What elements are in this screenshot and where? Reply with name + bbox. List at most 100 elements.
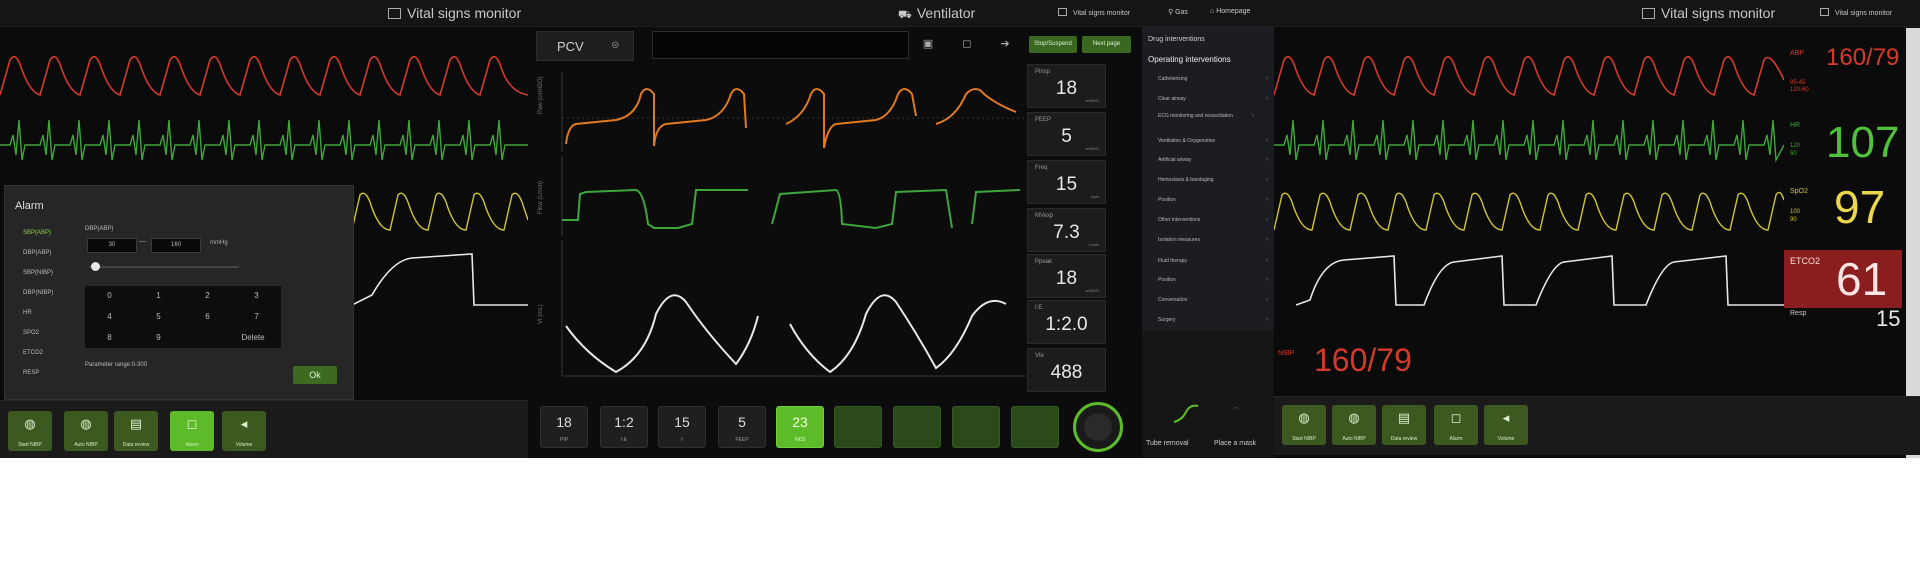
volume-button[interactable]: ◂ Volume xyxy=(1484,405,1528,445)
auto-nibp-button[interactable]: ◍ Auto NIBP xyxy=(64,411,108,451)
alarm-high-limit-input[interactable]: 160 xyxy=(151,238,201,253)
param-tile-ie[interactable]: I:E 1:2.0 xyxy=(1027,300,1106,344)
volume-button[interactable]: ◂ Volume xyxy=(222,411,266,451)
monitor-icon xyxy=(1058,8,1067,16)
alarm-slider-track[interactable] xyxy=(89,266,239,268)
pleth-trace xyxy=(352,192,528,231)
start-nibp-button[interactable]: ◍ Start NIBP xyxy=(8,411,52,451)
keypad-key[interactable]: 9 xyxy=(134,328,183,348)
left-vital-signs-monitor: Vital signs monitor Alarm SBP(ABP) DBP(A… xyxy=(0,0,528,458)
keypad-key[interactable]: 1 xyxy=(134,286,183,306)
keypad-key[interactable]: 5 xyxy=(134,307,183,327)
alarm-field-label: DBP(ABP) xyxy=(85,226,114,232)
setting-pip-button[interactable]: 18 PIP xyxy=(540,406,588,448)
alarm-title: Alarm xyxy=(15,200,44,212)
mode-toggle-icon: ⊜ xyxy=(611,40,620,51)
auto-nibp-button[interactable]: ◍ Auto NIBP xyxy=(1332,405,1376,445)
setting-freq-button[interactable]: 15 f xyxy=(658,406,706,448)
drug-interventions-header[interactable]: Drug interventions xyxy=(1148,36,1205,43)
param-tile-ppeak[interactable]: Ppeak 18 cmH2O xyxy=(1027,254,1106,298)
intervention-item[interactable]: Fluid therapy xyxy=(1158,257,1268,264)
spo2-label: SpO2 xyxy=(1790,188,1808,195)
intervention-item[interactable]: Position xyxy=(1158,196,1268,203)
ecg-waveform xyxy=(0,119,528,161)
empty-setting-slot[interactable] xyxy=(834,406,882,448)
keypad-key[interactable]: 2 xyxy=(183,286,232,306)
place-mask-button[interactable]: Place a mask xyxy=(1214,440,1256,447)
alarm-item[interactable]: SPO2 xyxy=(23,323,75,343)
alarm-item[interactable]: ETCO2 xyxy=(23,343,75,363)
keypad-key[interactable]: 0 xyxy=(85,286,134,306)
param-tile-freq[interactable]: Freq 15 bpm xyxy=(1027,160,1106,204)
intervention-item[interactable]: ECG monitoring and resuscitation xyxy=(1158,112,1254,119)
intervention-item[interactable]: Clear airway xyxy=(1158,95,1268,102)
intervention-menu: Drug interventions Operating interventio… xyxy=(1142,27,1274,330)
hr-label: HR xyxy=(1790,122,1801,129)
param-tile-peep[interactable]: PEEP 5 cmH2O xyxy=(1027,112,1106,156)
keypad-key[interactable]: 6 xyxy=(183,307,232,327)
nav-vital-signs-link[interactable]: Vital signs monitor xyxy=(1820,8,1892,17)
abp-trace xyxy=(1274,55,1784,96)
data-review-button[interactable]: ▤ Data review xyxy=(114,411,158,451)
intervention-item[interactable]: Conversation xyxy=(1158,296,1268,303)
alarm-item[interactable]: DBP(ABP) xyxy=(23,243,75,263)
intervention-item[interactable]: Hemostasis & bandaging xyxy=(1158,176,1268,183)
nibp-label: NIBP xyxy=(1278,350,1295,357)
empty-setting-slot[interactable] xyxy=(952,406,1000,448)
param-tile-mv[interactable]: MVexp 7.3 L/min xyxy=(1027,208,1106,252)
data-review-button[interactable]: ▤ Data review xyxy=(1382,405,1426,445)
param-tile-vte[interactable]: Vte 488 xyxy=(1027,348,1106,392)
rotary-knob[interactable] xyxy=(1073,402,1123,452)
setting-ie-button[interactable]: 1:2 I:E xyxy=(600,406,648,448)
tube-removal-button[interactable]: Tube removal xyxy=(1146,440,1189,447)
keypad-key[interactable]: 8 xyxy=(85,328,134,348)
screen-icon[interactable]: ▣ xyxy=(917,33,939,55)
intervention-item[interactable]: Artificial airway xyxy=(1158,156,1268,163)
bell-icon: ◻ xyxy=(1450,410,1462,425)
nav-homepage-link[interactable]: ⌂ Homepage xyxy=(1210,8,1250,15)
alarm-item[interactable]: RESP xyxy=(23,363,75,383)
intervention-item[interactable]: Other interventions xyxy=(1158,216,1268,223)
drop-icon: ◍ xyxy=(1348,410,1360,425)
intervention-item[interactable]: Position xyxy=(1158,276,1268,283)
intervention-item[interactable]: Catheterizing xyxy=(1158,75,1268,82)
stop-suspend-button[interactable]: Stop/Suspend xyxy=(1029,36,1077,53)
bell-icon[interactable]: ◻ xyxy=(956,33,978,55)
intervention-item[interactable]: Surgery xyxy=(1158,316,1268,323)
mode-label: PCV xyxy=(557,39,584,54)
intervention-item[interactable]: Ventilation & Oxygenation xyxy=(1158,137,1268,144)
intervention-item[interactable]: Isolation measures xyxy=(1158,236,1268,243)
left-titlebar: Vital signs monitor xyxy=(0,0,528,27)
alarm-button[interactable]: ◻ Alarm xyxy=(1434,405,1478,445)
range-dash: — xyxy=(139,238,146,245)
pressure-axis-label: Paw (cmH2O) xyxy=(538,76,544,114)
setting-peep-button[interactable]: 5 PEEP xyxy=(718,406,766,448)
arrow-right-icon[interactable]: ➔ xyxy=(994,33,1016,55)
alarm-item[interactable]: SBP(ABP) xyxy=(23,223,75,243)
empty-setting-slot[interactable] xyxy=(1011,406,1059,448)
nav-gas-link[interactable]: ⚲ Gas xyxy=(1168,8,1188,16)
alarm-item[interactable]: SBP(NIBP) xyxy=(23,263,75,283)
start-nibp-button[interactable]: ◍ Start NIBP xyxy=(1282,405,1326,445)
alarm-slider-handle[interactable] xyxy=(91,262,100,271)
nibp-value: 160/79 xyxy=(1314,342,1412,378)
next-page-button[interactable]: Next page xyxy=(1082,36,1131,53)
nav-vital-signs-link[interactable]: Vital signs monitor xyxy=(1058,8,1130,17)
ventilation-mode-selector[interactable]: PCV ⊜ xyxy=(536,31,634,61)
alarm-button[interactable]: ◻ Alarm xyxy=(170,411,214,451)
abp-waveform xyxy=(0,55,528,96)
etco2-label: ETCO2 xyxy=(1790,256,1821,266)
setting-fio2-button[interactable]: 23 FiO2 xyxy=(776,406,824,448)
keypad-key[interactable]: 4 xyxy=(85,307,134,327)
alarm-item[interactable]: DBP(NIBP) xyxy=(23,283,75,303)
operating-interventions-header[interactable]: Operating interventions xyxy=(1148,55,1231,64)
keypad-key[interactable]: 7 xyxy=(232,307,281,327)
alarm-low-limit-input[interactable]: 30 xyxy=(87,238,137,253)
param-tile-pinsp[interactable]: Pinsp 18 cmH2O xyxy=(1027,64,1106,108)
keypad-key[interactable]: 3 xyxy=(232,286,281,306)
empty-setting-slot[interactable] xyxy=(893,406,941,448)
car-icon: ⛟ xyxy=(898,9,912,21)
ok-button[interactable]: Ok xyxy=(293,366,337,384)
keypad-delete-key[interactable]: Delete xyxy=(225,328,281,348)
alarm-item[interactable]: HR xyxy=(23,303,75,323)
